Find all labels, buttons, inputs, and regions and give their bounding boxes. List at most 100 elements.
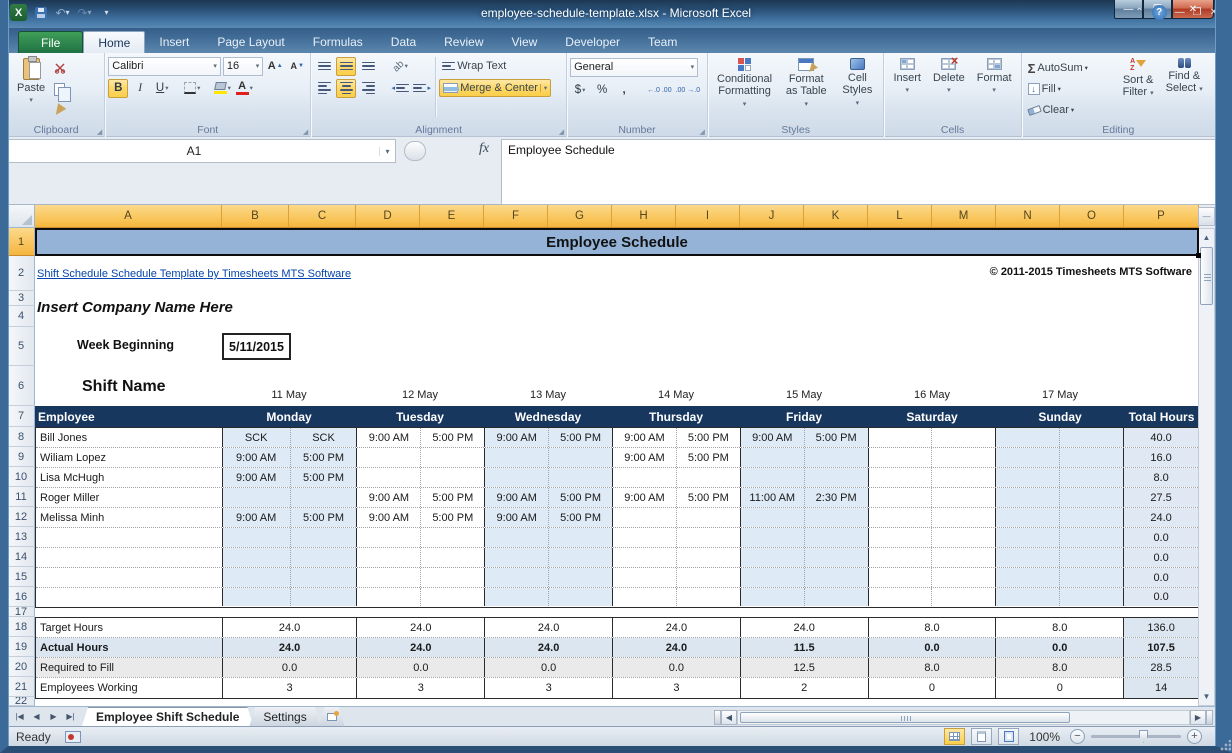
shift-end-cell[interactable] [931, 448, 995, 467]
shift-start-cell[interactable] [612, 468, 676, 487]
align-right-button[interactable] [358, 79, 378, 98]
sheet-tab-settings[interactable]: Settings [249, 707, 320, 726]
insert-worksheet-tab[interactable] [319, 707, 345, 726]
shift-end-cell[interactable] [676, 528, 740, 547]
summary-value-cell[interactable]: 8.0 [868, 618, 996, 637]
cell-styles-button[interactable]: CellStyles ▾ [834, 55, 880, 123]
decrease-indent-button[interactable]: ◂ [390, 79, 410, 98]
row-header-4[interactable]: 4 [8, 306, 35, 327]
column-header-H[interactable]: H [612, 205, 676, 228]
row-header-17[interactable]: 17 [8, 607, 35, 617]
company-name-cell[interactable]: Insert Company Name Here [37, 299, 233, 316]
shift-end-cell[interactable] [1059, 508, 1123, 527]
selection-fill-handle[interactable] [1196, 253, 1201, 258]
top-align-button[interactable] [314, 57, 334, 76]
total-hours-cell[interactable]: 0.0 [1123, 568, 1198, 587]
shift-start-cell[interactable]: 9:00 AM [740, 428, 804, 447]
shift-end-cell[interactable]: 5:00 PM [290, 508, 357, 527]
summary-value-cell[interactable]: 2 [740, 678, 868, 698]
shift-end-cell[interactable]: 5:00 PM [420, 508, 484, 527]
tab-page-layout[interactable]: Page Layout [203, 31, 298, 53]
shift-end-cell[interactable] [804, 568, 868, 587]
shift-start-cell[interactable] [995, 548, 1059, 567]
horizontal-scroll-track[interactable] [737, 710, 1190, 725]
column-header-B[interactable]: B [222, 205, 289, 228]
tab-split-handle[interactable] [714, 710, 721, 725]
shift-end-cell[interactable] [804, 548, 868, 567]
doc-restore-icon[interactable]: ❐ [1193, 7, 1202, 18]
column-header-C[interactable]: C [289, 205, 356, 228]
italic-button[interactable]: I [130, 79, 150, 98]
shift-start-cell[interactable]: 11:00 AM [740, 488, 804, 507]
delete-cells-button[interactable]: Delete▾ [927, 55, 971, 123]
font-size-select[interactable]: 16▾ [223, 57, 263, 76]
scroll-down-icon[interactable]: ▼ [1200, 689, 1213, 704]
summary-value-cell[interactable]: 24.0 [740, 618, 868, 637]
shift-end-cell[interactable] [420, 548, 484, 567]
middle-align-button[interactable] [336, 57, 356, 76]
macro-record-icon[interactable] [65, 731, 81, 743]
zoom-slider-thumb[interactable] [1139, 730, 1148, 743]
summary-value-cell[interactable]: 3 [484, 678, 612, 698]
merge-center-button[interactable]: Merge & Center ▾ [439, 79, 551, 97]
borders-button[interactable]: ▾ [182, 79, 202, 98]
shift-start-cell[interactable] [223, 488, 290, 507]
summary-value-cell[interactable]: 8.0 [868, 658, 996, 677]
shift-start-cell[interactable]: 9:00 AM [484, 508, 548, 527]
comma-style-button[interactable]: , [614, 81, 634, 100]
alignment-dialog-launcher-icon[interactable]: ◢ [559, 128, 564, 136]
shift-start-cell[interactable] [740, 508, 804, 527]
formula-bar-scroll[interactable]: ▲▼ [1221, 139, 1232, 205]
column-header-O[interactable]: O [1060, 205, 1124, 228]
zoom-in-button[interactable]: + [1187, 729, 1202, 744]
shift-start-cell[interactable] [868, 448, 932, 467]
shift-start-cell[interactable] [356, 448, 420, 467]
summary-value-cell[interactable]: 24.0 [356, 638, 484, 657]
total-hours-cell[interactable]: 0.0 [1123, 588, 1198, 606]
shift-start-cell[interactable] [356, 548, 420, 567]
shift-end-cell[interactable]: SCK [290, 428, 357, 447]
summary-value-cell[interactable]: 24.0 [612, 638, 740, 657]
doc-close-icon[interactable]: ✕ [1210, 7, 1218, 18]
tab-data[interactable]: Data [377, 31, 430, 53]
shift-end-cell[interactable]: 5:00 PM [548, 428, 612, 447]
summary-value-cell[interactable]: 12.5 [740, 658, 868, 677]
shift-end-cell[interactable] [676, 548, 740, 567]
summary-label-cell[interactable]: Actual Hours [36, 638, 223, 657]
shift-start-cell[interactable] [356, 468, 420, 487]
shift-end-cell[interactable]: 5:00 PM [290, 448, 357, 467]
row-header-16[interactable]: 16 [8, 587, 35, 607]
shift-end-cell[interactable] [676, 508, 740, 527]
summary-total-cell[interactable]: 14 [1123, 678, 1198, 698]
row-header-14[interactable]: 14 [8, 547, 35, 567]
formula-bar-split-handle[interactable] [404, 141, 426, 161]
shift-end-cell[interactable] [290, 588, 357, 606]
shift-start-cell[interactable] [995, 588, 1059, 606]
tab-split-handle-right[interactable] [1206, 710, 1213, 725]
shift-start-cell[interactable] [484, 568, 548, 587]
summary-value-cell[interactable]: 24.0 [356, 618, 484, 637]
tab-home[interactable]: Home [83, 31, 145, 53]
fill-button[interactable]: ↓Fill▾ [1025, 80, 1117, 98]
paste-button[interactable]: Paste▾ [11, 55, 51, 123]
last-sheet-icon[interactable]: ▶| [63, 709, 78, 724]
summary-label-cell[interactable]: Target Hours [36, 618, 223, 637]
prev-sheet-icon[interactable]: ◀ [29, 709, 44, 724]
page-break-view-button[interactable] [998, 728, 1019, 745]
name-box[interactable]: A1 ▾ [8, 139, 396, 163]
summary-value-cell[interactable]: 3 [356, 678, 484, 698]
row-header-15[interactable]: 15 [8, 567, 35, 587]
collapse-ribbon-icon[interactable]: ⌃ [1135, 7, 1143, 18]
format-as-table-button[interactable]: Formatas Table ▾ [778, 55, 834, 123]
tab-file[interactable]: File [18, 31, 83, 53]
zoom-out-button[interactable]: − [1070, 729, 1085, 744]
row-header-21[interactable]: 21 [8, 677, 35, 697]
shift-end-cell[interactable] [804, 528, 868, 547]
shift-start-cell[interactable] [995, 448, 1059, 467]
shift-start-cell[interactable] [484, 588, 548, 606]
zoom-slider[interactable] [1091, 735, 1181, 738]
summary-value-cell[interactable]: 3 [612, 678, 740, 698]
summary-value-cell[interactable]: 8.0 [995, 618, 1123, 637]
shift-start-cell[interactable] [223, 568, 290, 587]
shift-start-cell[interactable] [995, 508, 1059, 527]
